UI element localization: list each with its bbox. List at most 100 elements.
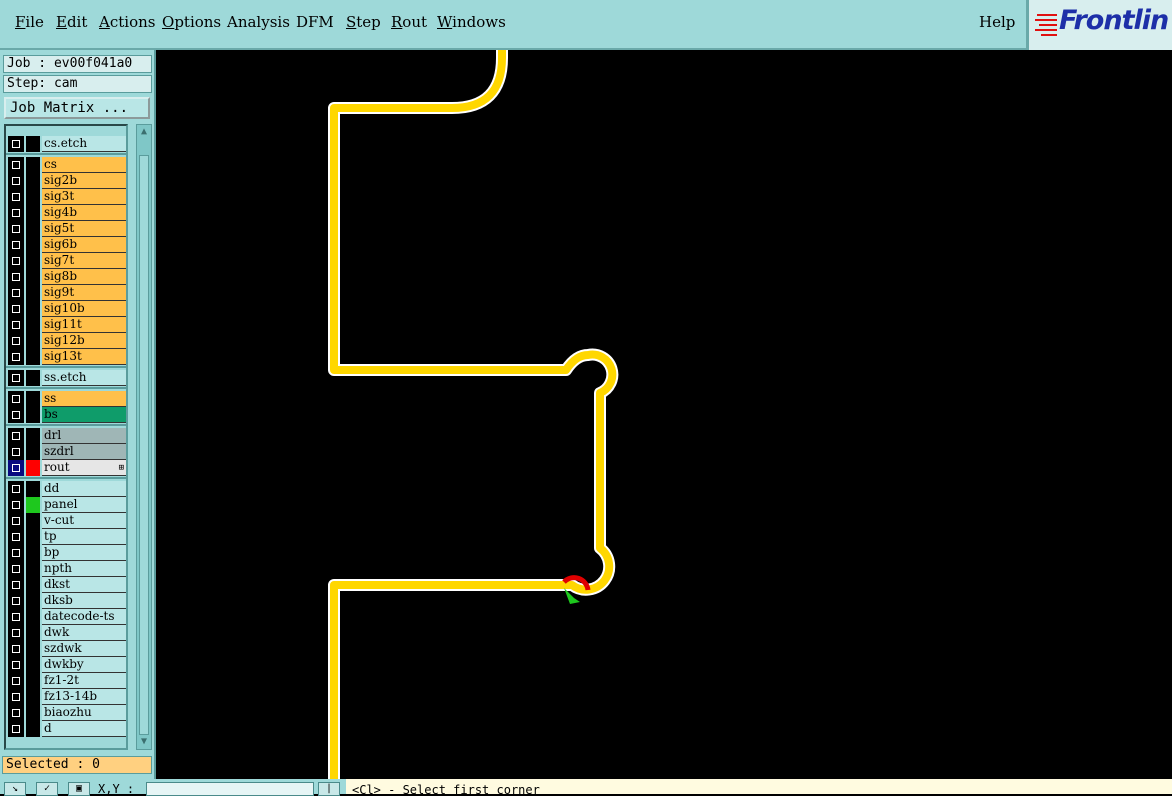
layer-color-swatch[interactable] — [26, 689, 40, 705]
scroll-up-icon[interactable]: ▲ — [138, 126, 150, 138]
layer-color-swatch[interactable] — [26, 349, 40, 365]
layer-color-swatch[interactable] — [26, 173, 40, 189]
layer-checkbox[interactable] — [8, 136, 24, 152]
menu-help[interactable]: Help — [979, 13, 1015, 31]
layer-color-swatch[interactable] — [26, 317, 40, 333]
job-matrix-button[interactable]: Job Matrix ... — [4, 97, 150, 119]
menu-windows[interactable]: Windows — [437, 13, 506, 31]
layer-checkbox[interactable] — [8, 285, 24, 301]
menu-actions[interactable]: Actions — [99, 13, 155, 31]
layer-row-sig10b[interactable]: sig10b — [8, 301, 126, 317]
layer-row-v-cut[interactable]: v-cut — [8, 513, 126, 529]
layer-name[interactable]: szdrl — [42, 444, 126, 460]
layer-name[interactable]: biaozhu — [42, 705, 126, 721]
layer-name[interactable]: sig8b — [42, 269, 126, 285]
layer-name[interactable]: sig13t — [42, 349, 126, 365]
layer-name[interactable]: szdwk — [42, 641, 126, 657]
layer-color-swatch[interactable] — [26, 481, 40, 497]
layer-checkbox[interactable] — [8, 513, 24, 529]
layer-name[interactable]: fz13-14b — [42, 689, 126, 705]
layer-name[interactable]: sig6b — [42, 237, 126, 253]
layer-name[interactable]: drl — [42, 428, 126, 444]
layer-color-swatch[interactable] — [26, 705, 40, 721]
layer-checkbox[interactable] — [8, 391, 24, 407]
layer-color-swatch[interactable] — [26, 577, 40, 593]
layer-name[interactable]: bs — [42, 407, 126, 423]
layer-name[interactable]: rout — [42, 460, 126, 476]
layer-color-swatch[interactable] — [26, 561, 40, 577]
layer-row-ss.etch[interactable]: ss.etch — [8, 370, 126, 386]
layer-row-fz13-14b[interactable]: fz13-14b — [8, 689, 126, 705]
layer-color-swatch[interactable] — [26, 513, 40, 529]
layer-color-swatch[interactable] — [26, 269, 40, 285]
layer-row-rout[interactable]: rout ⊞ — [8, 460, 126, 476]
layer-color-swatch[interactable] — [26, 285, 40, 301]
layer-checkbox[interactable] — [8, 205, 24, 221]
layer-row-drl[interactable]: drl — [8, 428, 126, 444]
layer-color-swatch[interactable] — [26, 407, 40, 423]
layer-checkbox[interactable] — [8, 689, 24, 705]
layer-color-swatch[interactable] — [26, 529, 40, 545]
layer-row-szdwk[interactable]: szdwk — [8, 641, 126, 657]
layer-checkbox[interactable] — [8, 577, 24, 593]
layer-row-fz1-2t[interactable]: fz1-2t — [8, 673, 126, 689]
scroll-down-icon[interactable]: ▼ — [138, 736, 150, 748]
layer-name[interactable]: fz1-2t — [42, 673, 126, 689]
layer-list-scrollbar[interactable]: ▲ ▼ — [136, 124, 152, 750]
layer-color-swatch[interactable] — [26, 609, 40, 625]
layer-name[interactable]: sig4b — [42, 205, 126, 221]
layer-name[interactable]: panel — [42, 497, 126, 513]
menu-dfm[interactable]: DFM — [296, 13, 334, 31]
layer-checkbox[interactable] — [8, 189, 24, 205]
layer-color-swatch[interactable] — [26, 460, 40, 476]
layer-row-ss[interactable]: ss — [8, 391, 126, 407]
layer-row-dkst[interactable]: dkst — [8, 577, 126, 593]
layer-checkbox[interactable] — [8, 460, 24, 476]
layer-checkbox[interactable] — [8, 428, 24, 444]
layer-checkbox[interactable] — [8, 481, 24, 497]
layer-checkbox[interactable] — [8, 609, 24, 625]
layer-checkbox[interactable] — [8, 221, 24, 237]
layer-color-swatch[interactable] — [26, 301, 40, 317]
layer-name[interactable]: npth — [42, 561, 126, 577]
layer-row-sig3t[interactable]: sig3t — [8, 189, 126, 205]
layer-name[interactable]: dksb — [42, 593, 126, 609]
layer-checkbox[interactable] — [8, 705, 24, 721]
layer-color-swatch[interactable] — [26, 221, 40, 237]
layer-row-sig8b[interactable]: sig8b — [8, 269, 126, 285]
layer-name[interactable]: tp — [42, 529, 126, 545]
layer-row-sig6b[interactable]: sig6b — [8, 237, 126, 253]
layer-checkbox[interactable] — [8, 641, 24, 657]
layer-row-szdrl[interactable]: szdrl — [8, 444, 126, 460]
layer-row-sig4b[interactable]: sig4b — [8, 205, 126, 221]
layer-color-swatch[interactable] — [26, 593, 40, 609]
layer-color-swatch[interactable] — [26, 428, 40, 444]
scroll-thumb[interactable] — [139, 155, 149, 735]
layer-color-swatch[interactable] — [26, 625, 40, 641]
layer-name[interactable]: cs — [42, 157, 126, 173]
layer-row-sig9t[interactable]: sig9t — [8, 285, 126, 301]
menu-step[interactable]: Step — [346, 13, 381, 31]
layer-name[interactable]: datecode-ts — [42, 609, 126, 625]
layer-checkbox[interactable] — [8, 529, 24, 545]
layer-color-swatch[interactable] — [26, 391, 40, 407]
layer-checkbox[interactable] — [8, 269, 24, 285]
layer-checkbox[interactable] — [8, 444, 24, 460]
graphics-canvas[interactable] — [156, 44, 1172, 785]
layer-name[interactable]: sig5t — [42, 221, 126, 237]
layer-name[interactable]: bp — [42, 545, 126, 561]
layer-row-sig13t[interactable]: sig13t — [8, 349, 126, 365]
layer-row-dksb[interactable]: dksb — [8, 593, 126, 609]
layer-checkbox[interactable] — [8, 317, 24, 333]
layer-checkbox[interactable] — [8, 407, 24, 423]
layer-name[interactable]: sig11t — [42, 317, 126, 333]
menu-file[interactable]: File — [15, 13, 44, 31]
layer-row-cs.etch[interactable]: cs.etch — [8, 136, 126, 152]
menu-edit[interactable]: Edit — [56, 13, 87, 31]
layer-checkbox[interactable] — [8, 497, 24, 513]
layer-row-cs[interactable]: cs — [8, 157, 126, 173]
layer-row-panel[interactable]: panel — [8, 497, 126, 513]
layer-checkbox[interactable] — [8, 673, 24, 689]
layer-checkbox[interactable] — [8, 721, 24, 737]
layer-color-swatch[interactable] — [26, 189, 40, 205]
